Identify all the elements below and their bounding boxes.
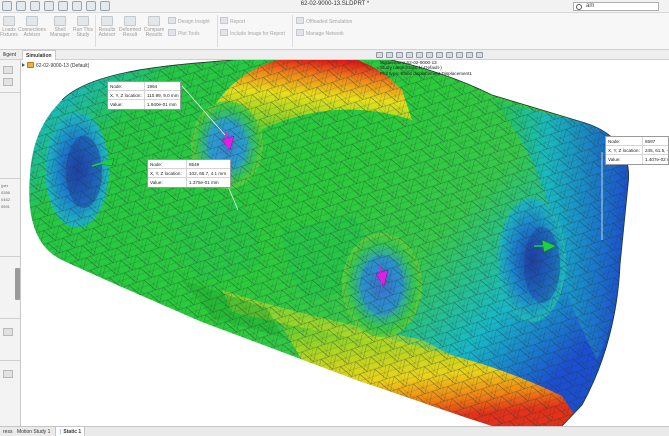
window-title: 62-02-9000-13.SLDPRT * <box>300 1 370 7</box>
plot-tools-button[interactable]: Plot Tools <box>168 29 200 37</box>
hide-show-icon[interactable] <box>436 52 443 58</box>
search-icon <box>576 4 582 10</box>
model-info-legend: Model name:62-02-9000-13 Study name:Stat… <box>380 60 472 76</box>
run-study-icon <box>77 16 89 26</box>
probe-value: 1.407e-02 mm <box>642 155 668 164</box>
feature-manager-panel: (per 0356 0452 0591 <box>0 60 21 426</box>
panel-scrollbar[interactable] <box>15 268 20 300</box>
loads-fixtures-icon <box>3 16 15 26</box>
tab-motion-study-1[interactable]: Motion Study 1 <box>14 427 53 436</box>
new-file-icon[interactable] <box>2 1 12 11</box>
previous-view-icon[interactable] <box>396 52 403 58</box>
ribbon-separator <box>292 15 293 47</box>
property-manager-icon[interactable] <box>3 78 13 86</box>
results-advisor-button[interactable]: Results Advisor <box>96 16 118 38</box>
options-gear-icon[interactable] <box>100 1 110 11</box>
probe-annotation-1[interactable]: Node: 1964 X, Y, Z location: 110.99, 9.0 m… <box>107 81 181 110</box>
feature-tree-icon[interactable] <box>3 66 13 74</box>
manage-network-button[interactable]: Manage Network <box>296 29 344 37</box>
panel-text-3: 0452 <box>1 197 10 202</box>
open-file-icon[interactable] <box>16 1 26 11</box>
fea-model-render[interactable] <box>22 60 669 426</box>
probe-node: 6597 <box>642 137 655 145</box>
print-icon[interactable] <box>44 1 54 11</box>
display-style-icon[interactable] <box>426 52 433 58</box>
probe-node: 1964 <box>144 82 157 90</box>
study-tree-item[interactable]: 62-02-9000-13 (Default) <box>22 62 89 69</box>
bottom-study-tabs: ress Motion Study 1 ⌠ Static 1 <box>0 426 669 436</box>
title-bar: 62-02-9000-13.SLDPRT * am <box>0 0 669 13</box>
section-view-icon[interactable] <box>406 52 413 58</box>
connections-icon <box>26 16 38 26</box>
probe-annotation-3[interactable]: Node:6597 X, Y, Z location:245, 61.5, -7… <box>605 136 669 165</box>
graphics-viewport[interactable] <box>22 60 669 426</box>
command-tabs: lligent Simulation <box>0 50 669 60</box>
report-button[interactable]: Report <box>220 17 245 25</box>
tab-simulation[interactable]: Simulation <box>22 50 56 60</box>
probe-value: 1.375e-01 mm <box>186 178 219 187</box>
compare-results-button[interactable]: Compare Results <box>142 16 166 38</box>
part-icon <box>27 62 34 68</box>
tab-static-1[interactable]: ⌠ Static 1 <box>55 427 86 436</box>
zoom-fit-icon[interactable] <box>376 52 383 58</box>
monitor-icon[interactable] <box>476 52 483 58</box>
quick-access-toolbar <box>2 1 110 11</box>
heads-up-view-toolbar <box>376 52 483 58</box>
connections-advisor-button[interactable]: Connections Advisor <box>18 16 46 38</box>
probe-location: 245, 61.5, -7. <box>642 146 668 154</box>
panel-text-4: 0591 <box>1 204 10 209</box>
shell-manager-button[interactable]: Shell Manager <box>48 16 72 38</box>
divider <box>0 318 20 319</box>
probe-annotation-2[interactable]: Node: 8549 X, Y, Z location: 102, 65.7, 4.… <box>147 159 231 188</box>
probe-node: 8549 <box>186 160 199 168</box>
design-insight-button[interactable]: Design Insight <box>168 17 210 25</box>
divider <box>0 360 20 361</box>
panel-tool-icon[interactable] <box>3 328 13 336</box>
undo-icon[interactable] <box>58 1 68 11</box>
apply-scene-icon[interactable] <box>456 52 463 58</box>
save-icon[interactable] <box>30 1 40 11</box>
shell-manager-icon <box>54 16 66 26</box>
ribbon-separator <box>217 15 218 47</box>
include-image-report-button[interactable]: Include Image for Report <box>220 29 285 37</box>
compare-results-icon <box>148 16 160 26</box>
command-manager-ribbon: Loads Fixtures Connections Advisor Shell… <box>0 13 669 50</box>
offloaded-simulation-button[interactable]: Offloaded Simulation <box>296 17 352 25</box>
loads-fixtures-button[interactable]: Loads Fixtures <box>0 16 18 38</box>
panel-text-1: (per <box>1 183 9 188</box>
edit-appearance-icon[interactable] <box>446 52 453 58</box>
expand-arrow-icon[interactable] <box>22 63 25 67</box>
probe-location: 102, 65.7, 4.1 mm <box>186 169 226 177</box>
run-this-study-button[interactable]: Run This Study <box>72 16 94 38</box>
search-value: am <box>586 3 595 9</box>
panel-tool-icon[interactable] <box>3 370 13 378</box>
divider <box>0 256 20 257</box>
plot-type: Plot type: Static displacement Displacem… <box>380 70 472 76</box>
deformed-result-button[interactable]: Deformed Result <box>118 16 142 38</box>
tab-intelligent[interactable]: lligent <box>0 50 19 60</box>
results-advisor-icon <box>101 16 113 26</box>
zoom-area-icon[interactable] <box>386 52 393 58</box>
divider <box>0 92 20 93</box>
probe-location: 110.99, 9.0 mm <box>144 91 179 99</box>
solidworks-window: 62-02-9000-13.SLDPRT * am Loads Fixtures… <box>0 0 669 436</box>
probe-value: 1.940e-01 mm <box>144 100 177 109</box>
static-study-icon: ⌠ <box>59 429 63 435</box>
view-orientation-icon[interactable] <box>416 52 423 58</box>
deformed-result-icon <box>124 16 136 26</box>
rebuild-icon[interactable] <box>86 1 96 11</box>
panel-text-2: 0356 <box>1 190 10 195</box>
view-settings-icon[interactable] <box>466 52 473 58</box>
divider <box>0 178 20 179</box>
select-icon[interactable] <box>72 1 82 11</box>
search-input[interactable]: am <box>573 2 659 11</box>
